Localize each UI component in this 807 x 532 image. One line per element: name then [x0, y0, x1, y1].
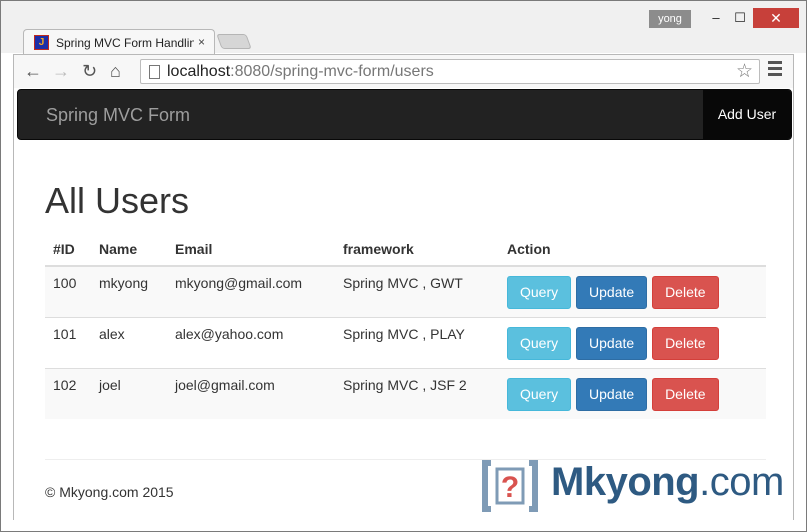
delete-button[interactable]: Delete [652, 276, 719, 309]
header-action: Action [499, 232, 766, 267]
mkyong-logo-text: Mkyong.com [551, 460, 784, 505]
mkyong-logo-icon: ? [482, 460, 538, 512]
cell-id: 102 [45, 367, 91, 419]
update-button[interactable]: Update [576, 326, 648, 360]
navbar: Spring MVC Form Add User [17, 89, 792, 140]
table-header-row: #ID Name Email framework Action [45, 232, 766, 267]
delete-button[interactable]: Delete [652, 377, 719, 411]
title-bar: yong – ☐ ✕ J Spring MVC Form Handlin × [1, 1, 806, 55]
maximize-icon[interactable]: ☐ [725, 8, 755, 28]
update-button[interactable]: Update [576, 377, 648, 411]
cell-name: mkyong [91, 265, 167, 317]
cell-actions: Query Update Delete [499, 367, 766, 419]
users-table: #ID Name Email framework Action 100 mkyo… [45, 232, 766, 419]
favicon-icon: J [34, 35, 49, 50]
table-row: 100 mkyong mkyong@gmail.com Spring MVC ,… [45, 265, 766, 317]
menu-icon[interactable] [768, 61, 782, 79]
url-text[interactable]: localhost:8080/spring-mvc-form/users [167, 63, 434, 81]
delete-button[interactable]: Delete [652, 326, 719, 360]
browser-tab[interactable]: J Spring MVC Form Handlin × [23, 29, 215, 55]
add-user-link[interactable]: Add User [703, 90, 791, 139]
address-bar[interactable]: localhost:8080/spring-mvc-form/users ☆ [140, 59, 760, 84]
tab-close-icon[interactable]: × [198, 35, 205, 49]
back-icon[interactable]: ← [24, 59, 42, 83]
table-row: 101 alex alex@yahoo.com Spring MVC , PLA… [45, 316, 766, 368]
cell-framework: Spring MVC , PLAY [335, 316, 499, 368]
tab-title: Spring MVC Form Handlin [56, 36, 194, 50]
table-row: 102 joel joel@gmail.com Spring MVC , JSF… [45, 367, 766, 419]
navbar-brand[interactable]: Spring MVC Form [46, 105, 190, 126]
cell-actions: Query Update Delete [499, 316, 766, 368]
logo-word: Mkyong [551, 460, 700, 504]
page-title: All Users [45, 180, 190, 221]
cell-email: joel@gmail.com [167, 367, 335, 419]
new-tab-button[interactable] [216, 34, 252, 49]
mkyong-watermark: ? Mkyong.com [477, 457, 797, 515]
header-name: Name [91, 232, 167, 267]
page-viewport: Spring MVC Form Add User All Users #ID N… [13, 88, 794, 520]
reload-icon[interactable]: ↻ [82, 59, 97, 83]
profile-badge[interactable]: yong [649, 10, 691, 28]
cell-id: 101 [45, 316, 91, 368]
query-button[interactable]: Query [507, 377, 572, 411]
url-host: localhost [167, 63, 231, 80]
home-icon[interactable]: ⌂ [110, 59, 121, 83]
close-window-icon[interactable]: ✕ [753, 8, 799, 28]
header-id: #ID [45, 232, 91, 267]
page-icon [149, 65, 160, 79]
query-button[interactable]: Query [507, 276, 572, 309]
cell-email: alex@yahoo.com [167, 316, 335, 368]
bookmark-star-icon[interactable]: ☆ [736, 60, 753, 83]
logo-suffix: .com [699, 460, 784, 504]
query-button[interactable]: Query [507, 326, 572, 360]
footer-copyright: © Mkyong.com 2015 [45, 484, 174, 500]
browser-toolbar: ← → ↻ ⌂ localhost:8080/spring-mvc-form/u… [13, 54, 794, 88]
cell-email: mkyong@gmail.com [167, 265, 335, 317]
cell-id: 100 [45, 265, 91, 317]
svg-text:?: ? [501, 471, 519, 504]
header-email: Email [167, 232, 335, 267]
url-path: :8080/spring-mvc-form/users [230, 63, 434, 80]
update-button[interactable]: Update [576, 276, 648, 309]
header-framework: framework [335, 232, 499, 267]
cell-name: joel [91, 367, 167, 419]
forward-icon[interactable]: → [52, 59, 70, 83]
cell-name: alex [91, 316, 167, 368]
browser-window: yong – ☐ ✕ J Spring MVC Form Handlin × ←… [0, 0, 807, 532]
cell-framework: Spring MVC , JSF 2 [335, 367, 499, 419]
cell-actions: Query Update Delete [499, 265, 766, 317]
cell-framework: Spring MVC , GWT [335, 265, 499, 317]
